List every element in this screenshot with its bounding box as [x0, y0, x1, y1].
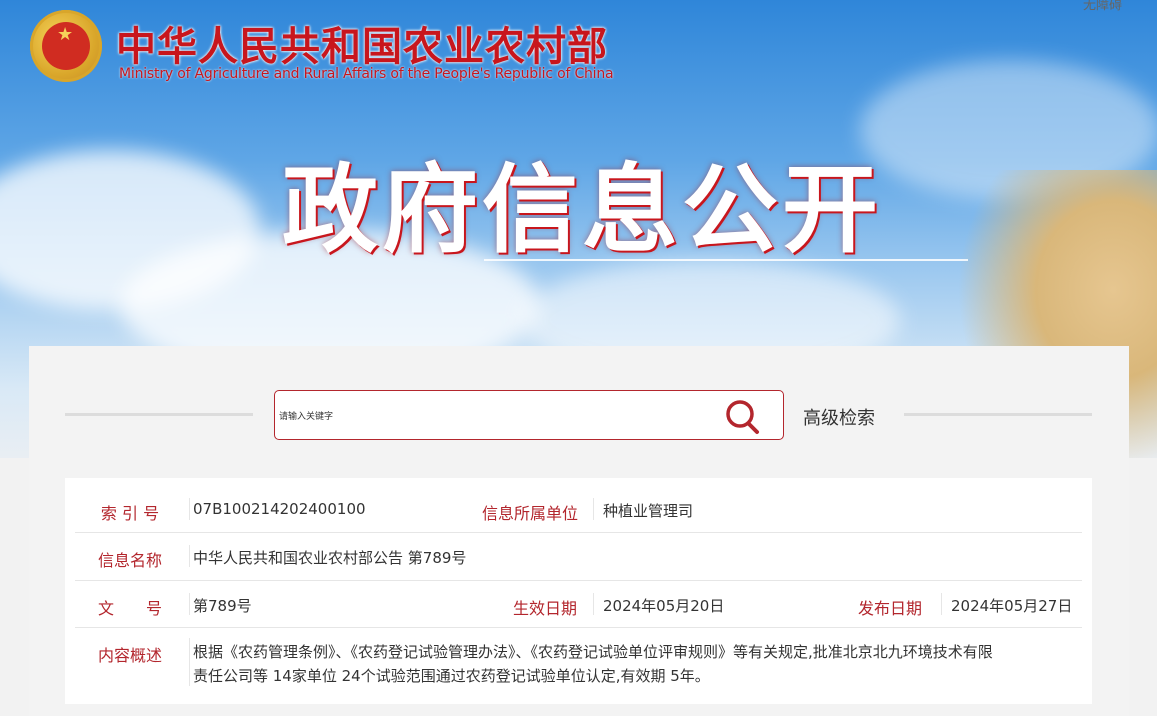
site-name-zh[interactable]: 中华人民共和国农业农村部 — [116, 14, 608, 72]
cell-divider — [941, 593, 942, 615]
search-box — [274, 390, 784, 440]
name-label: 信息名称 — [97, 551, 162, 570]
cell-divider — [189, 593, 190, 615]
info-row-index: 索 引 号 07B100214202400100 信息所属单位 种植业管理司 — [75, 486, 1082, 533]
name-value: 中华人民共和国农业农村部公告 第789号 — [193, 549, 467, 567]
index-value: 07B100214202400100 — [193, 500, 366, 518]
advanced-search-link[interactable]: 高级检索 — [803, 404, 875, 430]
search-icon[interactable] — [722, 397, 762, 437]
docno-value: 第789号 — [193, 597, 252, 615]
cell-divider — [593, 593, 594, 615]
index-label: 索 引 号 — [100, 504, 160, 523]
cell-divider — [189, 638, 190, 686]
info-row-summary: 内容概述 根据《农药管理条例》、《农药登记试验管理办法》、《农药登记试验单位评审… — [75, 628, 1082, 694]
summary-line-2: 责任公司等 14家单位 24个试验范围通过农药登记试验单位认定,有效期 5年。 — [193, 667, 710, 685]
summary-label: 内容概述 — [97, 646, 162, 665]
national-emblem-icon[interactable]: ★ — [30, 10, 102, 82]
summary-line-1: 根据《农药管理条例》、《农药登记试验管理办法》、《农药登记试验单位评审规则》等有… — [193, 643, 993, 661]
unit-label: 信息所属单位 — [481, 504, 578, 523]
effective-date-value: 2024年05月20日 — [603, 597, 725, 615]
banner-divider — [484, 259, 968, 261]
unit-value: 种植业管理司 — [603, 502, 694, 520]
publish-date-label: 发布日期 — [857, 599, 922, 618]
cell-divider — [593, 498, 594, 520]
banner-title: 政府信息公开 — [282, 154, 882, 266]
site-name-en[interactable]: Ministry of Agriculture and Rural Affair… — [119, 66, 614, 82]
cell-divider — [189, 498, 190, 520]
publish-date-value: 2024年05月27日 — [951, 597, 1073, 615]
cell-divider — [189, 545, 190, 567]
info-table: 索 引 号 07B100214202400100 信息所属单位 种植业管理司 信… — [65, 478, 1092, 704]
search-divider-left — [65, 413, 253, 416]
effective-date-label: 生效日期 — [512, 599, 577, 618]
info-row-name: 信息名称 中华人民共和国农业农村部公告 第789号 — [75, 533, 1082, 581]
info-row-docno: 文 号 第789号 生效日期 2024年05月20日 发布日期 2024年05月… — [75, 581, 1082, 628]
search-divider-right — [904, 413, 1092, 416]
search-input[interactable] — [277, 407, 711, 427]
accessibility-link[interactable]: 无障碍 — [1083, 0, 1122, 13]
docno-label: 文 号 — [97, 599, 162, 618]
